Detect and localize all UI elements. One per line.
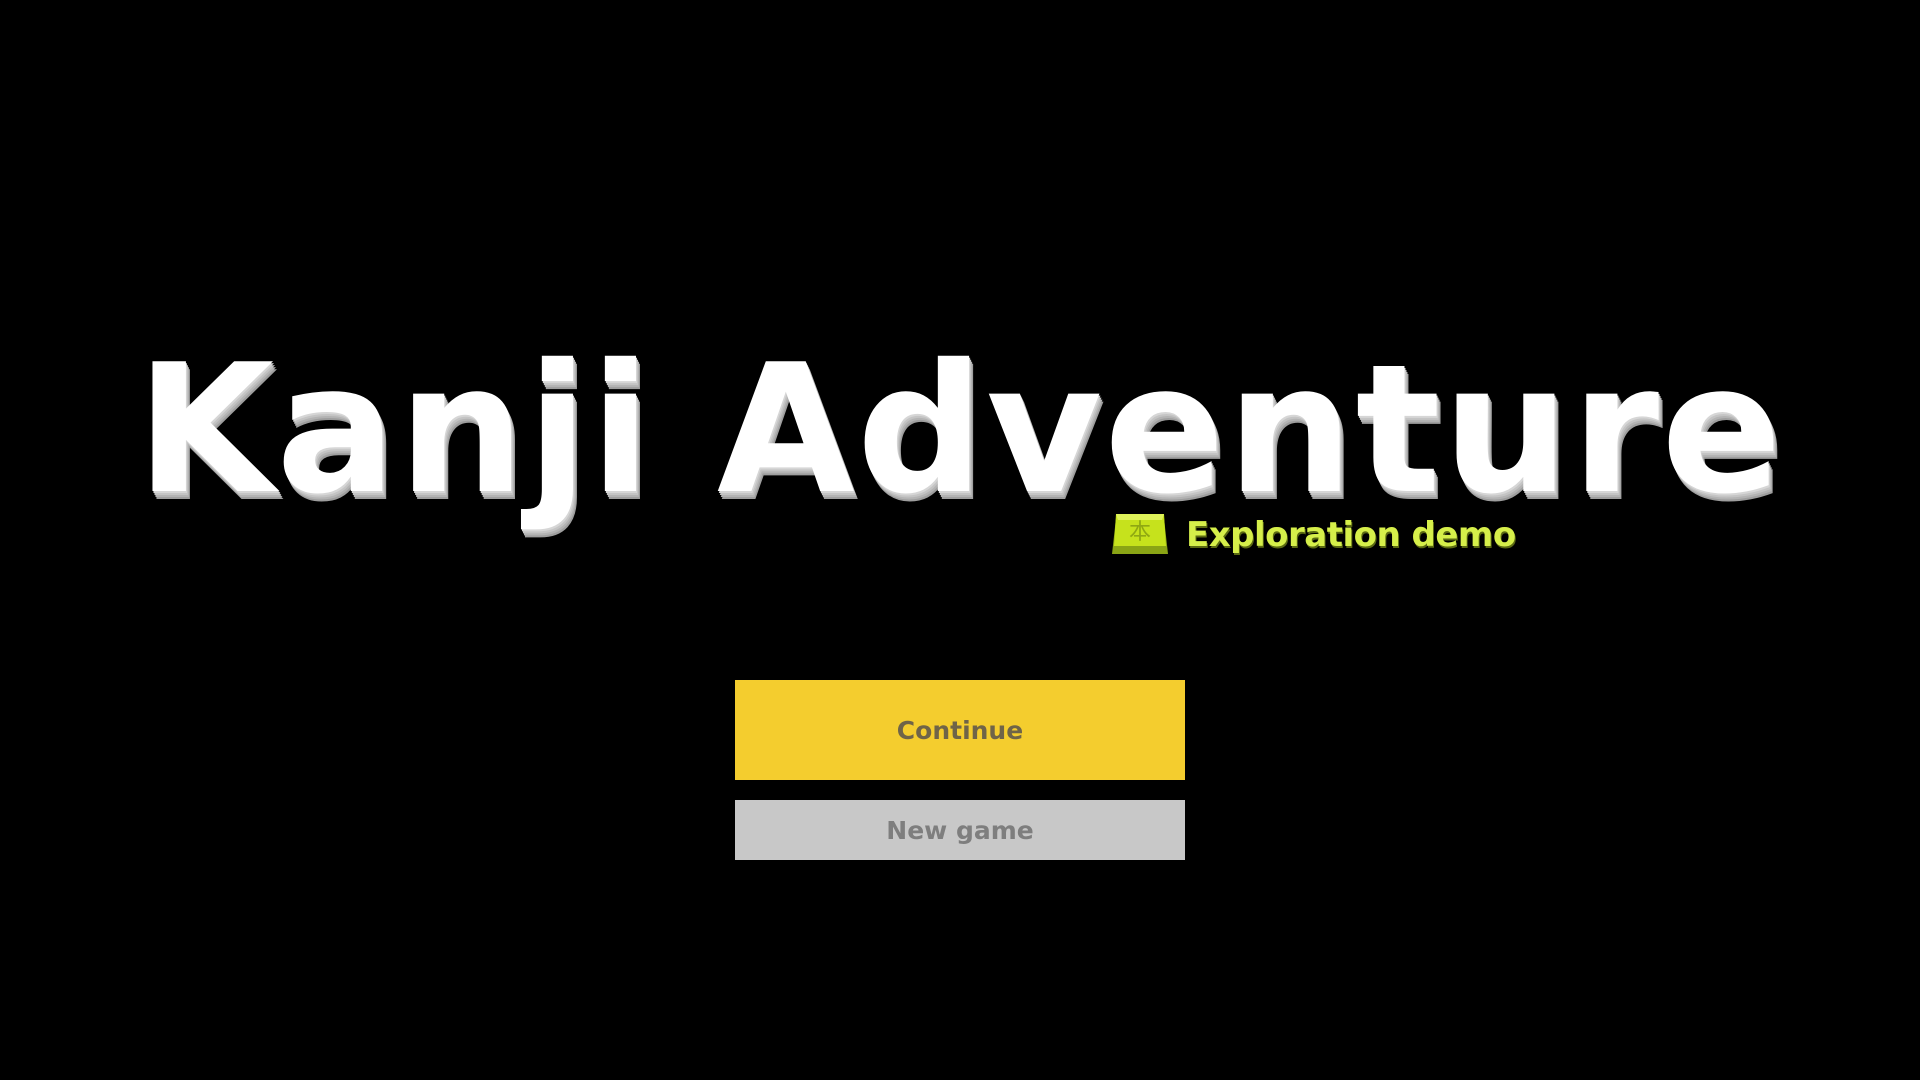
continue-button[interactable]: Continue (735, 680, 1185, 780)
subtitle-badge: 本 Exploration demo (1108, 510, 1516, 560)
new-game-button[interactable]: New game (735, 800, 1185, 860)
main-menu: Continue New game (735, 680, 1185, 860)
subtitle-text: Exploration demo (1186, 515, 1516, 555)
title-screen: Kanji Adventure 本 Exploration demo Conti… (0, 0, 1920, 1080)
game-title: Kanji Adventure (136, 326, 1784, 533)
kanji-key-icon: 本 (1108, 512, 1172, 558)
kanji-key-glyph: 本 (1129, 520, 1151, 545)
